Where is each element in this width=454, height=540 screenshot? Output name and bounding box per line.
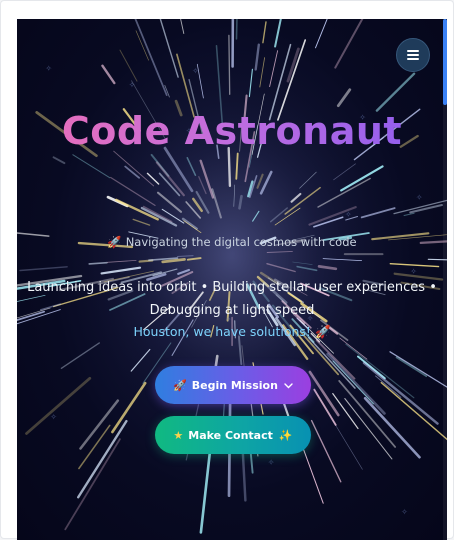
svg-text:✧: ✧: [129, 81, 136, 90]
hamburger-icon: [407, 50, 419, 60]
hero-title: Code Astronaut: [17, 107, 447, 155]
menu-button[interactable]: [396, 38, 430, 72]
make-contact-label: Make Contact: [188, 429, 273, 442]
svg-text:✧: ✧: [45, 64, 52, 73]
description-line-1: Launching ideas into orbit • Building st…: [27, 276, 437, 299]
sparkle-icon: ✨: [279, 429, 293, 442]
chevron-down-icon: [284, 379, 293, 392]
browser-frame: ✧✧✧✧✧✧✧✧✧✧✧✧✧✧ Code Astronaut 🚀Navigatin…: [0, 0, 454, 539]
rocket-icon: 🚀: [173, 379, 187, 392]
svg-text:✧: ✧: [50, 412, 57, 421]
hero-description: Launching ideas into orbit • Building st…: [27, 276, 437, 322]
svg-text:✧: ✧: [345, 210, 352, 219]
highlight-text: Houston, we have solutions!: [133, 324, 310, 339]
make-contact-button[interactable]: ★ Make Contact ✨: [155, 416, 311, 454]
svg-text:✧: ✧: [192, 66, 199, 75]
scrollbar-thumb[interactable]: [443, 19, 447, 105]
scrollbar-track[interactable]: [443, 19, 447, 540]
begin-mission-label: Begin Mission: [192, 379, 278, 392]
svg-text:✧: ✧: [410, 267, 417, 276]
rocket-icon: 🚀: [315, 324, 331, 339]
hero-tagline: 🚀 Navigating the digital cosmos with code: [17, 233, 447, 251]
svg-text:✧: ✧: [416, 193, 423, 202]
hero-section: ✧✧✧✧✧✧✧✧✧✧✧✧✧✧ Code Astronaut 🚀Navigatin…: [17, 19, 447, 540]
star-icon: ★: [173, 429, 183, 442]
svg-text:✧: ✧: [401, 507, 408, 516]
rocket-icon: 🚀: [107, 235, 121, 249]
description-line-2: Debugging at light speed: [27, 299, 437, 322]
tagline-text: Navigating the digital cosmos with code: [126, 235, 357, 249]
hero-highlight: Houston, we have solutions! 🚀: [17, 322, 447, 342]
begin-mission-button[interactable]: 🚀 Begin Mission: [155, 366, 311, 404]
svg-text:✧: ✧: [268, 458, 275, 467]
